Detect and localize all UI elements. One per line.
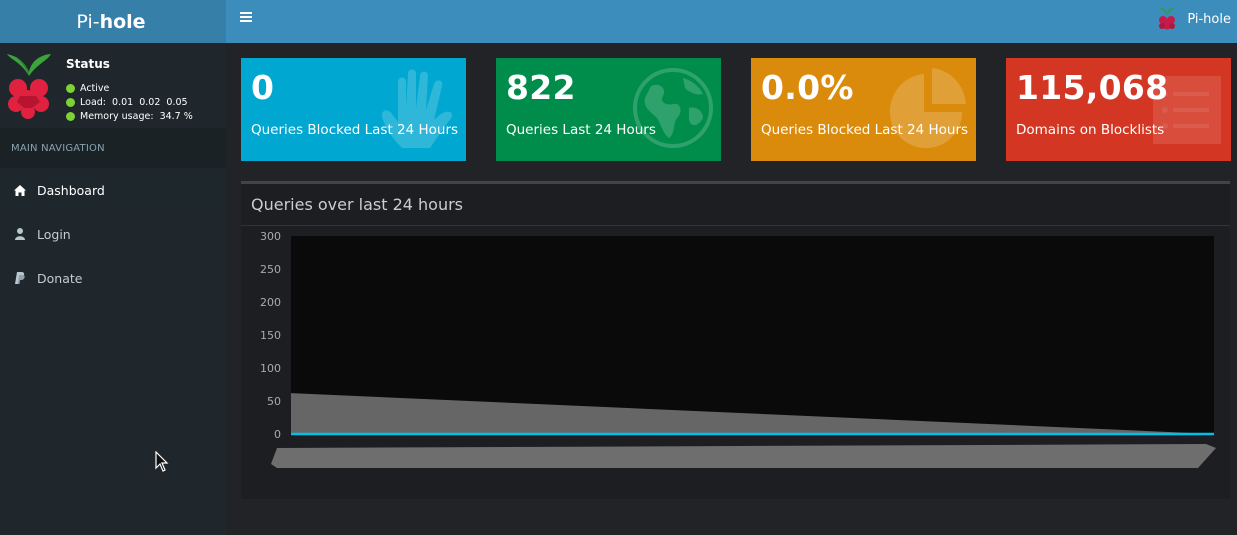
stat-value-blocked: 0 [251,68,275,107]
stat-box-total: 822 Queries Last 24 Hours [496,58,721,161]
status-active: Active [66,83,109,94]
sidebar-item-dashboard-label: Dashboard [37,182,105,198]
stat-box-percent: 0.0% Queries Blocked Last 24 Hours [751,58,976,161]
nav-header: MAIN NAVIGATION [0,128,226,168]
y-tick-label: 200 [260,296,281,309]
y-tick-label: 50 [267,395,281,408]
queries-chart-panel: Queries over last 24 hours 300 250 200 150 1… [241,181,1230,499]
brand-logo[interactable]: Pi-hole [0,0,226,43]
y-tick-label: 250 [260,263,281,276]
y-tick-label: 300 [260,230,281,243]
user-icon [14,228,26,240]
status-active-text: Active [80,83,110,94]
status-load-text: Load: 0.01 0.02 0.05 [80,97,188,108]
y-tick-label: 0 [274,428,281,441]
stat-value-blocklists: 115,068 [1016,68,1169,107]
top-navbar: Pi-hole [226,0,1237,43]
sidebar-item-dashboard[interactable]: Dashboard [0,168,226,212]
home-icon [14,184,26,196]
load-dot-icon [66,98,75,107]
stat-label-percent: Queries Blocked Last 24 Hours [761,122,969,138]
brand-light: Pi- [76,10,100,33]
status-memory-text: Memory usage: 34.7 % [80,111,193,122]
stat-label-total: Queries Last 24 Hours [506,122,656,138]
stat-box-blocked: 0 Queries Blocked Last 24 Hours [241,58,466,161]
user-menu[interactable]: Pi-hole [1157,6,1231,32]
stat-label-blocklists: Domains on Blocklists [1016,122,1165,138]
x-tick-labels-band [271,444,1216,468]
sidebar: Status Active Load: 0.01 0.02 0.05 Memor… [0,43,226,535]
sidebar-toggle-icon[interactable] [240,12,252,22]
status-title: Status [66,57,110,71]
sidebar-item-donate-label: Donate [37,270,83,286]
main-content: 0 Queries Blocked Last 24 Hours 822 Quer… [226,43,1237,535]
mouse-cursor-icon [155,451,169,472]
stat-value-percent: 0.0% [761,68,854,107]
status-load: Load: 0.01 0.02 0.05 [66,97,188,108]
queries-chart[interactable]: 300 250 200 150 100 50 0 [241,226,1230,496]
brand-bold: hole [99,10,146,33]
stat-box-blocklists: 115,068 Domains on Blocklists [1006,58,1231,161]
sidebar-item-donate[interactable]: Donate [0,256,226,300]
status-memory: Memory usage: 34.7 % [66,111,193,122]
pihole-logo-icon [7,54,51,119]
stat-value-total: 822 [506,68,576,107]
status-dot-icon [66,84,75,93]
raspberry-icon [1159,7,1176,30]
stat-label-blocked: Queries Blocked Last 24 Hours [251,122,459,138]
memory-dot-icon [66,112,75,121]
sidebar-item-login[interactable]: Login [0,212,226,256]
y-tick-label: 150 [260,329,281,342]
chart-title: Queries over last 24 hours [241,184,1230,226]
y-tick-label: 100 [260,362,281,375]
top-username: Pi-hole [1187,11,1231,27]
paypal-icon [14,272,26,284]
sidebar-item-login-label: Login [37,226,71,242]
status-panel: Status Active Load: 0.01 0.02 0.05 Memor… [0,43,226,128]
